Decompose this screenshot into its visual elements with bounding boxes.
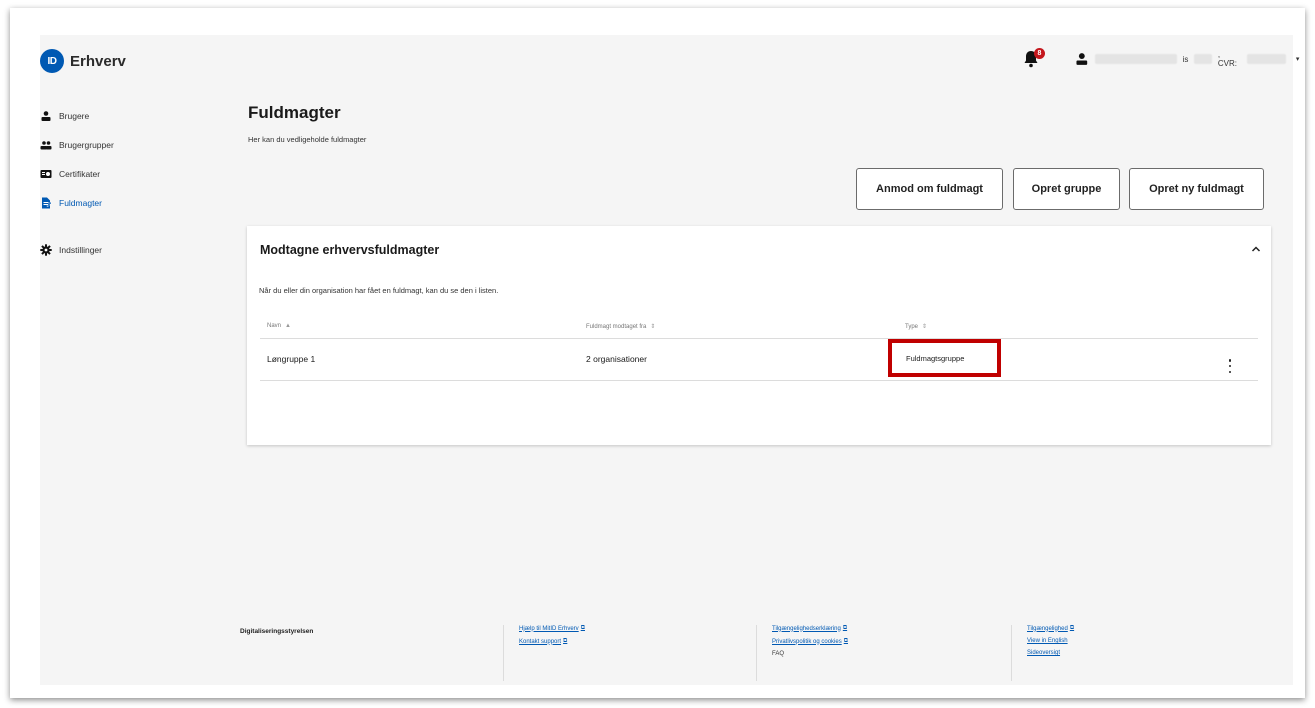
sidebar-item-brugergrupper[interactable]: Brugergrupper [40,130,220,159]
user-icon [41,110,51,121]
app-window: ID Erhverv 8 is , CVR: ▾ Brugere Brugerg… [40,35,1299,685]
footer-link-faq[interactable]: FAQ [772,651,848,657]
footer-link-privatlivspolitik[interactable]: Privatlivspolitik og cookies ⧉ [772,638,848,645]
cell-navn: Løngruppe 1 [267,354,316,364]
sidebar-item-fuldmagter[interactable]: Fuldmagter [40,188,220,217]
card-title: Modtagne erhvervsfuldmagter [260,243,440,257]
footer-org-name: Digitaliseringsstyrelsen [240,628,314,635]
page-subtitle: Her kan du vedligeholde fuldmagter [248,135,367,144]
external-link-icon: ⧉ [563,638,568,644]
redacted-cvr [1246,54,1286,64]
user-suffix: is [1182,54,1189,64]
brand-name: Erhverv [70,52,126,70]
brand[interactable]: ID Erhverv [40,49,126,73]
external-link-icon: ⧉ [842,625,848,631]
redacted-username [1094,54,1177,64]
opret-gruppe-button[interactable]: Opret gruppe [1013,168,1120,210]
row-divider [260,380,1258,381]
highlight-box [888,339,1001,377]
footer-link-tilgaengelighed[interactable]: Tilgængelighed ⧉ [1027,625,1074,632]
redacted-username-part [1194,54,1212,64]
sort-icon: ⇕ [922,324,928,330]
notification-badge: 8 [1034,48,1045,59]
sort-icon: ⇕ [650,324,656,330]
sort-ascending-icon: ▲ [285,323,291,329]
footer-column-legal: Tilgængelighedserklæring ⧉ Privatlivspoli… [756,625,848,681]
header-actions: 8 is , CVR: ▾ [1023,47,1299,71]
footer-link-sideoversigt[interactable]: Sideoversigt [1027,650,1074,656]
users-icon [40,140,52,149]
footer-link-tilgaengelighedserklaering[interactable]: Tilgængelighedserklæring ⧉ [772,625,848,632]
certificate-icon [40,169,52,178]
footer-link-kontakt[interactable]: Kontakt support ⧉ [519,638,585,645]
external-link-icon: ⧉ [580,625,585,631]
page-title: Fuldmagter [248,103,341,122]
card-description: Når du eller din organisation har fået e… [259,286,499,295]
sidebar-item-certifikater[interactable]: Certifikater [40,159,220,188]
cell-modtaget-fra: 2 organisationer [586,354,647,364]
chevron-up-icon[interactable] [1250,243,1262,255]
column-header-type[interactable]: Type ⇕ [905,323,928,331]
column-header-navn[interactable]: Navn ▲ [267,323,291,329]
sidebar-item-label: Fuldmagter [59,197,102,208]
column-header-modtaget-fra[interactable]: Fuldmagt modtaget fra ⇕ [586,323,656,331]
sidebar-item-brugere[interactable]: Brugere [40,101,220,130]
received-authorizations-card: Modtagne erhvervsfuldmagter Når du eller… [247,226,1271,445]
user-menu[interactable]: is , CVR: ▾ [1075,50,1299,68]
sidebar-item-label: Certifikater [59,168,101,179]
footer-column-help: Hjælp til MitID Erhverv ⧉ Kontakt support… [503,625,585,681]
sidebar: Brugere Brugergrupper Certifikater Fuldm… [40,101,220,264]
external-link-icon: ⧉ [843,638,848,644]
footer-column-misc: Tilgængelighed ⧉ View in English Sideover… [1011,625,1074,681]
notifications-button[interactable]: 8 [1023,48,1045,68]
mitid-logo-icon: ID [40,49,64,73]
sidebar-item-label: Brugere [59,110,90,121]
row-menu-icon[interactable] [1228,359,1232,373]
external-link-icon: ⧉ [1069,625,1075,631]
user-icon [1076,53,1088,65]
footer-link-hjaelp[interactable]: Hjælp til MitID Erhverv ⧉ [519,625,585,632]
sidebar-item-indstillinger[interactable]: Indstillinger [40,235,220,264]
sidebar-item-label: Brugergrupper [59,139,114,150]
header-divider [260,338,1258,339]
footer: Digitaliseringsstyrelsen Hjælp til MitID… [40,615,1293,685]
chevron-down-icon: ▾ [1295,56,1300,63]
screenshot-frame: ID Erhverv 8 is , CVR: ▾ Brugere Brugerg… [10,8,1305,698]
sidebar-item-label: Indstillinger [59,244,102,255]
gear-icon [40,243,52,256]
footer-link-english[interactable]: View in English [1027,638,1074,644]
cvr-label: , CVR: [1217,50,1238,68]
document-icon [42,197,52,208]
opret-ny-fuldmagt-button[interactable]: Opret ny fuldmagt [1129,168,1264,210]
anmod-om-fuldmagt-button[interactable]: Anmod om fuldmagt [856,168,1003,210]
